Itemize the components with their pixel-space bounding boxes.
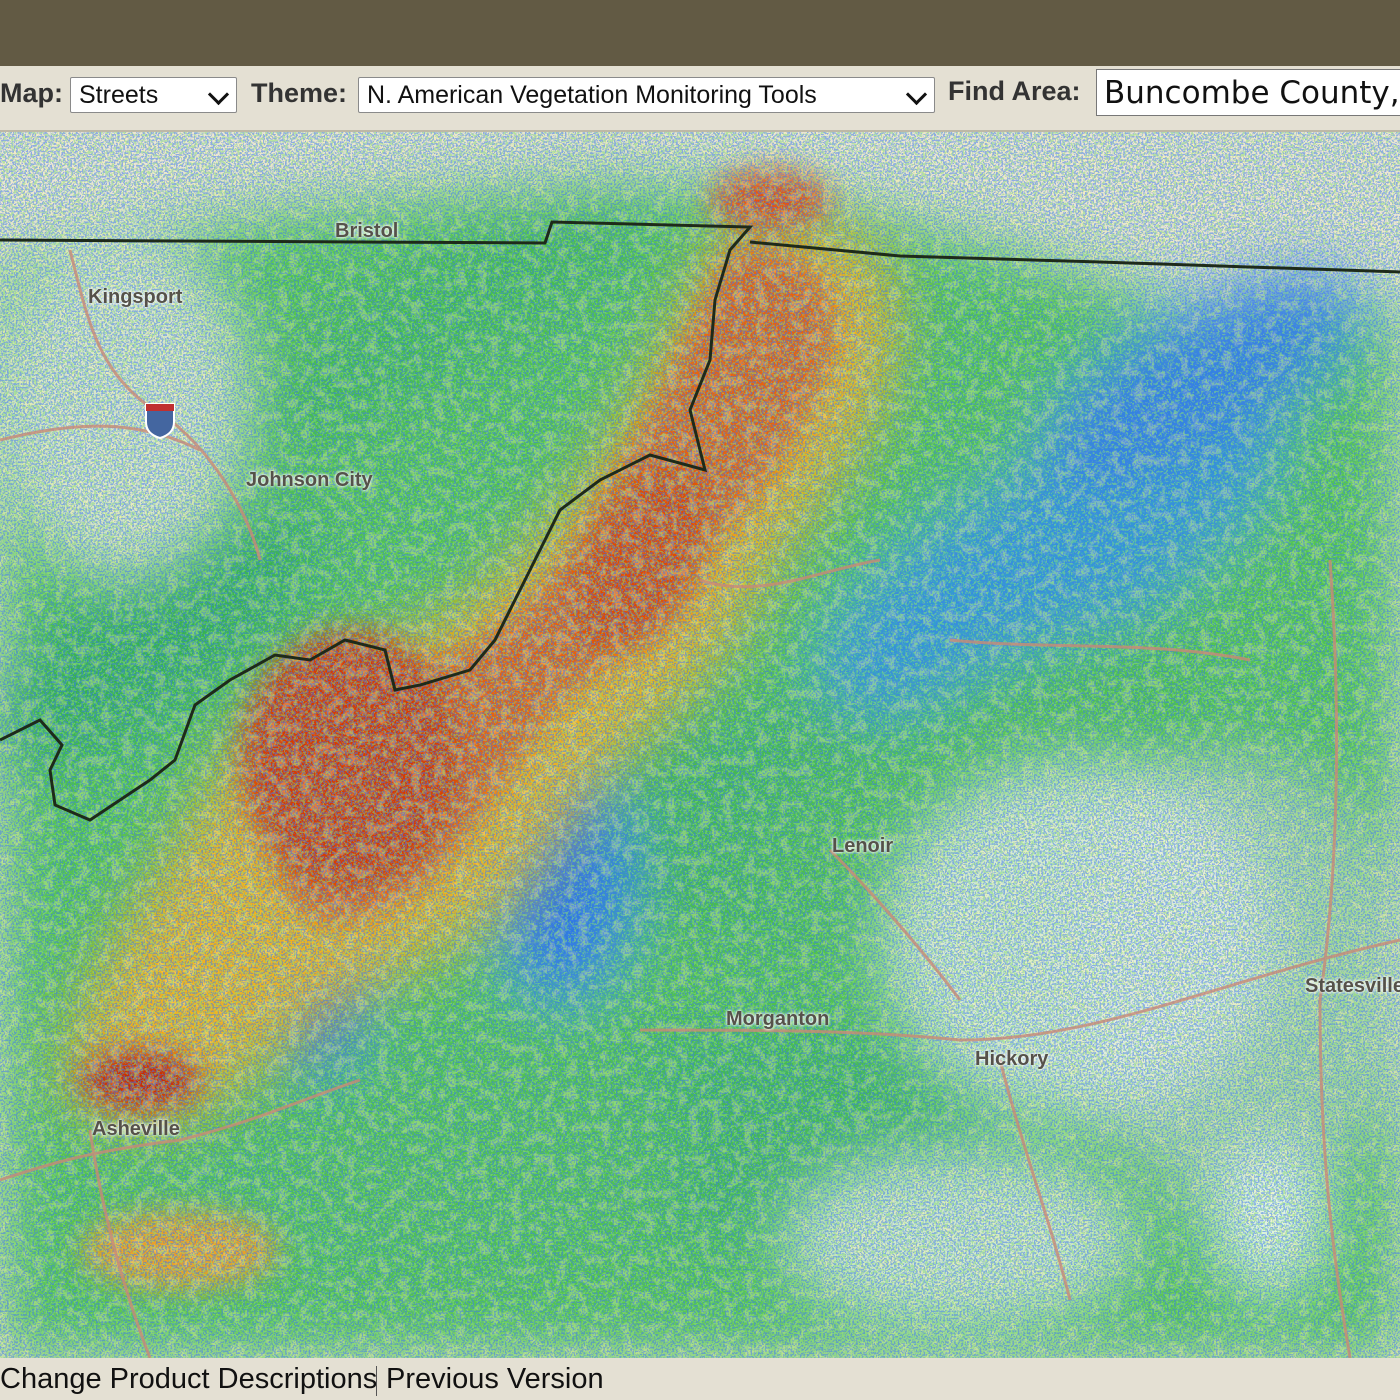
change-product-descriptions-link[interactable]: Change Product Descriptions	[0, 1363, 377, 1396]
place-label-kingsport: Kingsport	[88, 286, 183, 308]
theme-select-value: N. American Vegetation Monitoring Tools	[367, 81, 817, 109]
chevron-down-icon	[905, 83, 928, 106]
map-view[interactable]: Bristol Kingsport Johnson City Lenoir Mo…	[0, 132, 1400, 1358]
place-label-asheville: Asheville	[92, 1118, 180, 1140]
theme-select-label: Theme:	[251, 78, 348, 108]
footer-bar: Change Product Descriptions Previous Ver…	[0, 1358, 1400, 1400]
footer-divider	[376, 1366, 377, 1396]
chevron-down-icon	[207, 83, 230, 106]
theme-select[interactable]: N. American Vegetation Monitoring Tools	[358, 77, 935, 113]
find-area-label: Find Area:	[948, 76, 1081, 106]
map-toolbar: Map: Streets Theme: N. American Vegetati…	[0, 66, 1400, 132]
top-header-bar	[0, 0, 1400, 66]
place-label-statesville: Statesville	[1305, 975, 1400, 997]
place-label-lenoir: Lenoir	[832, 835, 894, 857]
map-select[interactable]: Streets	[70, 77, 237, 113]
place-label-johnson-city: Johnson City	[246, 469, 373, 491]
vegetation-raster	[0, 132, 1400, 1358]
previous-version-link[interactable]: Previous Version	[386, 1363, 604, 1396]
map-select-label: Map:	[0, 78, 63, 108]
map-select-value: Streets	[79, 81, 159, 109]
place-label-morganton: Morganton	[726, 1008, 830, 1030]
find-area-input[interactable]: Buncombe County,	[1096, 69, 1400, 116]
place-label-bristol: Bristol	[335, 220, 399, 242]
place-label-hickory: Hickory	[975, 1048, 1049, 1070]
